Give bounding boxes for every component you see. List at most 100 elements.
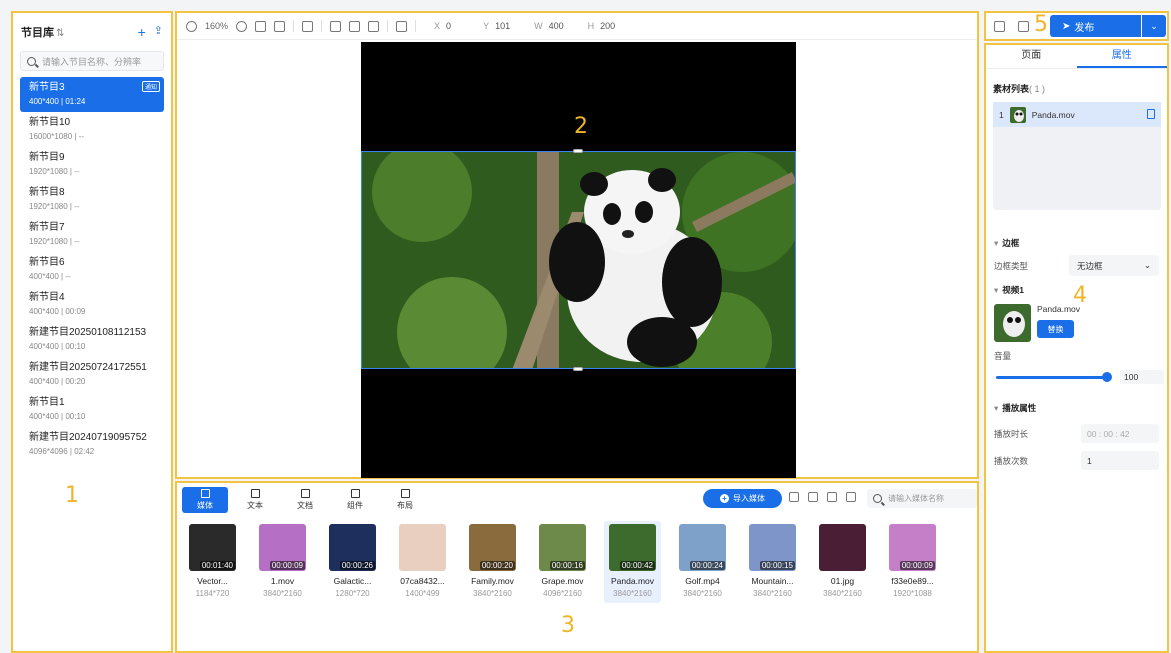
duration-input[interactable]: 00 : 00 : 42 — [1081, 424, 1159, 443]
media-name: Golf.mp4 — [685, 576, 720, 586]
filter-icon[interactable] — [808, 492, 818, 502]
align-icon[interactable] — [330, 20, 342, 32]
program-name: 新节目7 — [29, 222, 65, 233]
media-tab-document[interactable]: 文档 — [282, 487, 328, 513]
sort-icon[interactable] — [789, 492, 799, 502]
media-item[interactable]: 00:00:24 Golf.mp4 3840*2160 — [674, 521, 731, 603]
border-group[interactable]: ▾ 边框 — [994, 237, 1167, 249]
media-duration: 00:01:40 — [199, 561, 235, 570]
program-item[interactable]: 新节目6 400*400 | -- — [20, 252, 164, 287]
chevron-down-icon: ⌄ — [1150, 20, 1158, 31]
program-item[interactable]: 新节目8 1920*1080 | -- — [20, 182, 164, 217]
distribute-h-icon[interactable] — [349, 20, 361, 32]
publish-dropdown[interactable]: ⌄ — [1142, 15, 1166, 37]
media-library-panel: 媒体 文本 文档 组件 布局 + 导入媒体 请输入媒体名称 00:01:40 Vector… — [175, 481, 979, 653]
media-search-input[interactable]: 请输入媒体名称 — [867, 489, 977, 508]
zoom-out-icon[interactable] — [186, 20, 197, 32]
program-item[interactable]: 新节目10 16000*1080 | -- — [20, 112, 164, 147]
media-duration: 00:00:20 — [479, 561, 515, 570]
program-name: 新节目1 — [29, 397, 65, 408]
filter-icon[interactable]: ⇅ — [56, 28, 64, 39]
volume-slider[interactable]: 100 — [996, 370, 1164, 384]
program-name: 新节目8 — [29, 187, 65, 198]
program-item[interactable]: 新建节目20250724172551 400*400 | 00:20 — [20, 357, 164, 392]
media-tab-widget[interactable]: 组件 — [332, 487, 378, 513]
media-resolution: 3840*2160 — [823, 589, 862, 598]
program-meta: 16000*1080 | -- — [29, 132, 85, 141]
volume-track — [996, 376, 1104, 379]
playback-group[interactable]: ▾ 播放属性 — [994, 402, 1167, 414]
media-tab-layout[interactable]: 布局 — [382, 487, 428, 513]
media-tab-text[interactable]: 文本 — [232, 487, 278, 513]
tab-properties[interactable]: 属性 — [1076, 45, 1167, 68]
media-name: Galactic... — [333, 576, 372, 586]
media-duration: 00:00:42 — [619, 561, 655, 570]
media-item[interactable]: 00:00:42 Panda.mov 3840*2160 — [604, 521, 661, 603]
h-field[interactable]: H 200 — [588, 21, 616, 31]
document-icon — [300, 489, 310, 498]
media-item[interactable]: 00:00:20 Family.mov 3840*2160 — [464, 521, 521, 603]
border-type-select[interactable]: 无边框 ⌄ — [1069, 255, 1159, 276]
media-resolution: 3840*2160 — [753, 589, 792, 598]
zone-label-5: 5 — [1034, 12, 1048, 37]
media-item[interactable]: 07ca8432... 1400*499 — [394, 521, 451, 603]
distribute-v-icon[interactable] — [368, 20, 380, 32]
panda-video-element[interactable] — [361, 151, 796, 369]
publish-button[interactable]: ➤ 发布 — [1050, 15, 1141, 37]
tab-page[interactable]: 页面 — [986, 45, 1077, 68]
volume-knob[interactable] — [1102, 372, 1112, 382]
program-item[interactable]: 新建节目20240719095752 4096*4096 | 02:42 — [20, 427, 164, 462]
fit-icon[interactable] — [255, 20, 267, 32]
media-resolution: 3840*2160 — [613, 589, 652, 598]
library-header: 节目库 ⇅ + ⇪ — [13, 13, 171, 43]
plus-icon: + — [720, 494, 729, 503]
play-count-input[interactable]: 1 — [1081, 451, 1159, 470]
media-item[interactable]: 01.jpg 3840*2160 — [814, 521, 871, 603]
media-resolution: 3840*2160 — [473, 589, 512, 598]
program-search-input[interactable]: 请输入节目名称、分辨率 — [20, 51, 164, 71]
program-item[interactable]: 新节目9 1920*1080 | -- — [20, 147, 164, 182]
resize-handle[interactable] — [573, 367, 583, 371]
upload-icon[interactable]: ⇪ — [154, 24, 163, 40]
x-field[interactable]: X0 — [434, 21, 451, 31]
send-icon: ➤ — [1062, 20, 1071, 32]
canvas-stage[interactable]: 2 — [361, 42, 796, 478]
resize-handle[interactable] — [573, 149, 583, 153]
import-media-button[interactable]: + 导入媒体 — [703, 489, 782, 508]
program-item[interactable]: 新节目4 400*400 | 00:09 — [20, 287, 164, 322]
media-item[interactable]: 00:00:09 f33e0e89... 1920*1088 — [884, 521, 941, 603]
replace-button[interactable]: 替换 — [1037, 320, 1074, 338]
media-tab-media[interactable]: 媒体 — [182, 487, 228, 513]
material-row[interactable]: 1 Panda.mov — [993, 102, 1161, 127]
clear-icon[interactable] — [302, 20, 314, 32]
media-thumbnail: 00:00:09 — [889, 524, 936, 571]
save-icon[interactable] — [1018, 20, 1029, 32]
media-item[interactable]: 00:00:16 Grape.mov 4096*2160 — [534, 521, 591, 603]
media-item[interactable]: 00:00:26 Galactic... 1280*720 — [324, 521, 381, 603]
layout-icon — [400, 489, 410, 498]
fullscreen-icon[interactable] — [274, 20, 286, 32]
media-item[interactable]: 00:00:09 1.mov 3840*2160 — [254, 521, 311, 603]
program-item[interactable]: 新节目3 400*400 | 01:24 通知 — [20, 77, 164, 112]
program-item[interactable]: 新节目7 1920*1080 | -- — [20, 217, 164, 252]
add-program-icon[interactable]: + — [138, 24, 146, 40]
y-field[interactable]: Y 101 — [483, 21, 510, 31]
media-name: 1.mov — [270, 576, 295, 586]
media-tabs: 媒体 文本 文档 组件 布局 — [177, 483, 977, 517]
volume-input[interactable]: 100 — [1120, 370, 1164, 384]
preview-icon[interactable] — [994, 20, 1005, 32]
program-item[interactable]: 新节目1 400*400 | 00:10 — [20, 392, 164, 427]
w-field[interactable]: W 400 — [534, 21, 564, 31]
media-item[interactable]: 00:00:15 Mountain... 3840*2160 — [744, 521, 801, 603]
view-icon[interactable] — [827, 492, 837, 502]
zoom-in-icon[interactable] — [236, 20, 248, 32]
program-name: 新节目3 — [29, 82, 65, 93]
media-item[interactable]: 00:01:40 Vector... 1184*720 — [184, 521, 241, 603]
program-tag: 通知 — [141, 81, 160, 92]
media-resolution: 3840*2160 — [683, 589, 722, 598]
delete-icon[interactable] — [846, 492, 856, 502]
program-item[interactable]: 新建节目20250108112153 400*400 | 00:10 — [20, 322, 164, 357]
trash-icon[interactable] — [1147, 109, 1155, 119]
layer-icon[interactable] — [396, 20, 408, 32]
media-thumbnail — [819, 524, 866, 571]
